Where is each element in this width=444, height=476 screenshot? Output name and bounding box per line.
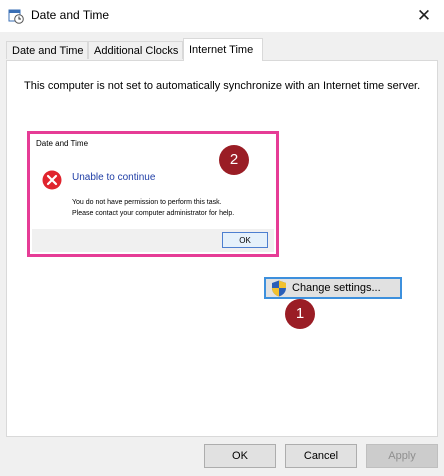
internet-time-panel: This computer is not set to automaticall… <box>6 60 438 437</box>
dialog-message-line-2: Please contact your computer administrat… <box>72 210 235 217</box>
dialog-ok-button[interactable]: OK <box>222 232 268 248</box>
uac-shield-icon <box>272 280 286 297</box>
cancel-button[interactable]: Cancel <box>285 444 357 468</box>
dialog-heading: Unable to continue <box>72 172 156 183</box>
apply-button[interactable]: Apply <box>366 444 438 468</box>
dialog-footer: OK <box>32 229 274 252</box>
window-title: Date and Time <box>31 8 110 22</box>
close-button[interactable]: ✕ <box>410 2 438 30</box>
change-settings-button[interactable]: Change settings... <box>264 277 402 299</box>
sync-status-message: This computer is not set to automaticall… <box>24 80 421 92</box>
tab-internet-time[interactable]: Internet Time <box>183 38 263 61</box>
annotation-badge-2: 2 <box>219 145 249 175</box>
change-settings-label: Change settings... <box>292 282 381 294</box>
dialog-message-line-1: You do not have permission to perform th… <box>72 199 222 206</box>
error-icon <box>42 170 62 190</box>
annotation-badge-1: 1 <box>285 299 315 329</box>
title-bar: Date and Time ✕ <box>0 0 444 32</box>
dialog-title: Date and Time <box>36 139 89 148</box>
tab-additional-clocks[interactable]: Additional Clocks <box>88 41 183 59</box>
tab-date-and-time[interactable]: Date and Time <box>6 41 88 59</box>
ok-button[interactable]: OK <box>204 444 276 468</box>
clock-calendar-icon <box>8 9 24 24</box>
dialog-message: You do not have permission to perform th… <box>72 197 234 219</box>
